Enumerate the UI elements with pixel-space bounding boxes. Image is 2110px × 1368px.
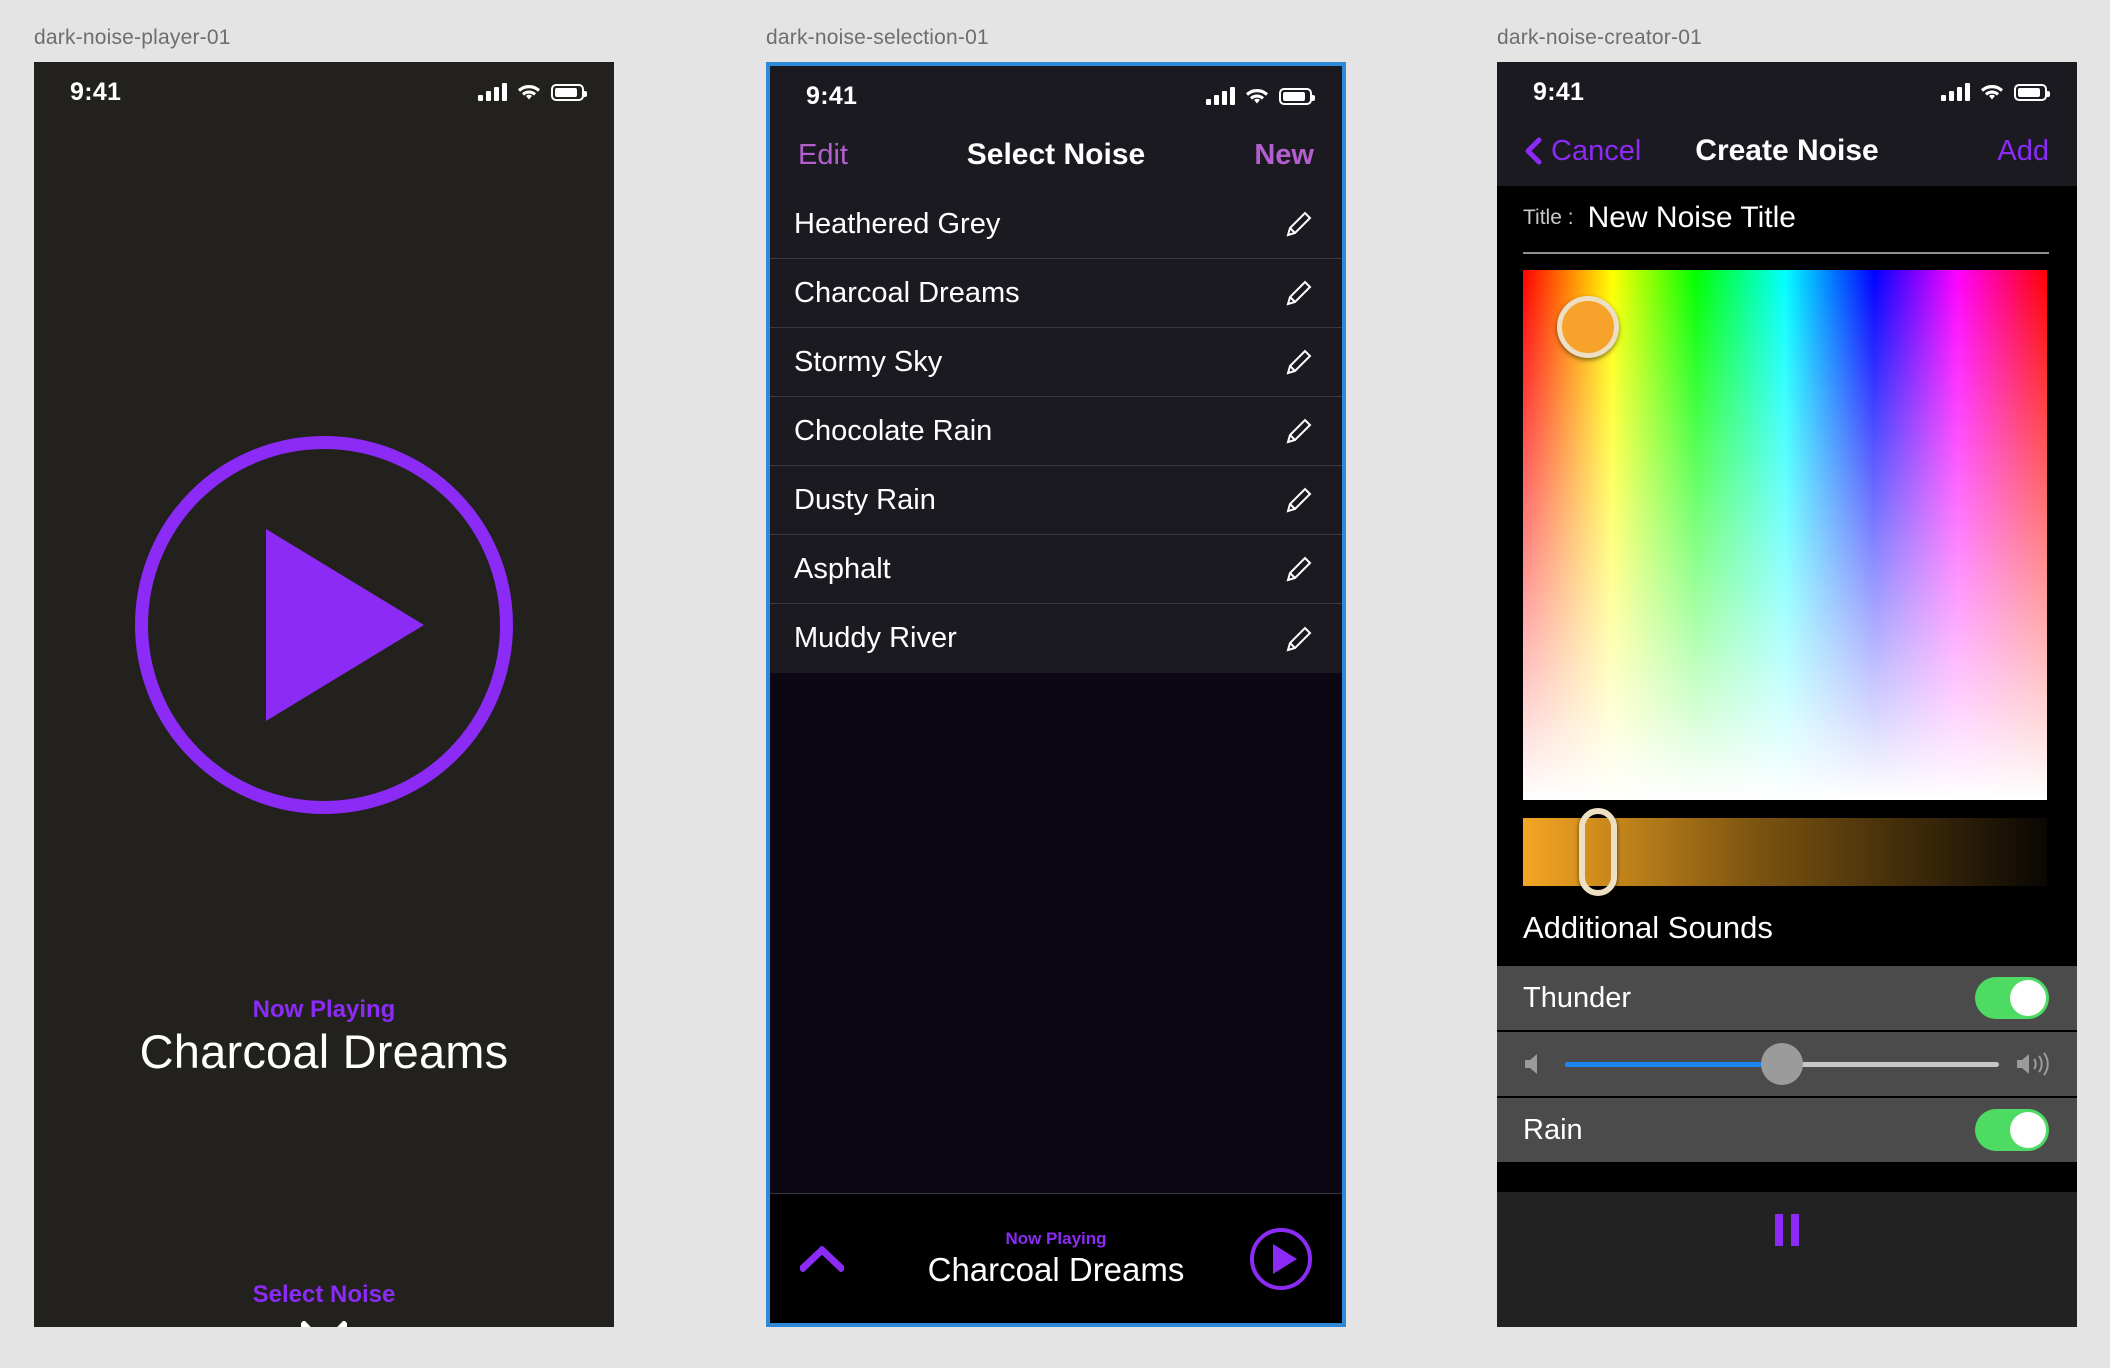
wifi-icon	[517, 83, 541, 101]
player-body: Now Playing Charcoal Dreams Select Noise	[34, 116, 614, 1327]
play-icon	[1272, 1243, 1297, 1274]
title-field-row[interactable]: Title : New Noise Title	[1497, 186, 2077, 250]
status-icons	[1206, 87, 1315, 105]
speaker-low-icon	[1521, 1051, 1549, 1077]
pause-icon[interactable]	[1775, 1214, 1799, 1246]
track-title: Charcoal Dreams	[139, 1025, 509, 1078]
battery-icon	[1279, 88, 1315, 105]
status-time: 9:41	[806, 81, 858, 110]
pencil-icon[interactable]	[1284, 278, 1314, 308]
noise-name: Asphalt	[794, 552, 891, 585]
noise-name: Chocolate Rain	[794, 414, 993, 447]
volume-thumb[interactable]	[1761, 1043, 1803, 1085]
noise-name: Muddy River	[794, 622, 957, 654]
list-item[interactable]: Dusty Rain	[770, 466, 1342, 535]
additional-sounds-header: Additional Sounds	[1497, 886, 2077, 966]
color-swatch-knob[interactable]	[1557, 296, 1619, 358]
selection-frame: dark-noise-selection-01 9:41 Edit Select…	[766, 26, 1346, 1327]
list-item[interactable]: Charcoal Dreams	[770, 259, 1342, 328]
noise-name: Charcoal Dreams	[794, 276, 1020, 309]
noise-name: Heathered Grey	[794, 207, 1001, 240]
list-item[interactable]: Chocolate Rain	[770, 397, 1342, 466]
volume-fill	[1565, 1061, 1782, 1067]
creator-frame: dark-noise-creator-01 9:41 Cancel Create…	[1497, 26, 2077, 1327]
list-item[interactable]: Asphalt	[770, 535, 1342, 604]
pencil-icon[interactable]	[1284, 485, 1314, 515]
play-circle-icon[interactable]	[1250, 1227, 1312, 1290]
list-item[interactable]: Heathered Grey	[770, 190, 1342, 259]
rain-toggle[interactable]	[1975, 1109, 2049, 1151]
player-screen: 9:41 Now Playing Charcoal Dreams Select …	[34, 62, 614, 1327]
sound-name: Rain	[1523, 1113, 1583, 1146]
thunder-toggle[interactable]	[1975, 977, 2049, 1019]
color-picker[interactable]	[1523, 270, 2047, 800]
title-underline	[1523, 252, 2049, 254]
status-icons	[478, 83, 587, 101]
player-caption: dark-noise-player-01	[34, 26, 231, 49]
creator-caption: dark-noise-creator-01	[1497, 26, 1702, 49]
chevron-up-icon[interactable]	[798, 1244, 846, 1273]
selection-nav-bar: Edit Select Noise New	[770, 120, 1342, 190]
new-button[interactable]: New	[1254, 139, 1314, 172]
status-bar: 9:41	[34, 62, 614, 116]
play-icon	[266, 529, 424, 721]
list-empty-area	[770, 673, 1342, 1193]
play-button[interactable]	[135, 436, 513, 814]
chevron-down-icon[interactable]	[299, 1320, 349, 1327]
creator-nav-bar: Cancel Create Noise Add	[1497, 116, 2077, 186]
title-label: Title :	[1523, 206, 1574, 229]
pencil-icon[interactable]	[1284, 416, 1314, 446]
creator-screen: 9:41 Cancel Create Noise Add Title: New…	[1497, 62, 2077, 1327]
noise-list: Heathered Grey Charcoal Dreams Stormy Sk…	[770, 190, 1342, 673]
sound-name: Thunder	[1523, 981, 1632, 1014]
mini-player-bar[interactable]: Now Playing Charcoal Dreams	[770, 1193, 1342, 1323]
brightness-slider[interactable]	[1523, 808, 2047, 896]
pencil-icon[interactable]	[1284, 347, 1314, 377]
wifi-icon	[1245, 87, 1269, 105]
chevron-left-icon	[1525, 137, 1543, 165]
player-frame: dark-noise-player-01 9:41 Now Playing Ch…	[34, 26, 614, 1327]
sound-row-rain[interactable]: Rain	[1497, 1098, 2077, 1164]
battery-icon	[2014, 84, 2050, 101]
thunder-volume-row[interactable]	[1497, 1032, 2077, 1098]
status-bar: 9:41	[770, 66, 1342, 120]
cancel-label: Cancel	[1551, 134, 1642, 167]
list-item[interactable]: Muddy River	[770, 604, 1342, 673]
brightness-knob[interactable]	[1579, 808, 1617, 896]
mini-player-overlay[interactable]	[1497, 1192, 2077, 1327]
signal-icon	[1206, 87, 1235, 105]
status-time: 9:41	[70, 77, 122, 106]
speaker-high-icon	[2015, 1051, 2053, 1077]
signal-icon	[478, 83, 507, 101]
edit-button[interactable]: Edit	[798, 139, 848, 172]
title-input[interactable]: New Noise Title	[1588, 201, 1796, 235]
add-button[interactable]: Add	[1997, 135, 2049, 168]
status-icons	[1941, 83, 2050, 101]
list-item[interactable]: Stormy Sky	[770, 328, 1342, 397]
sound-row-thunder[interactable]: Thunder	[1497, 966, 2077, 1032]
volume-slider[interactable]	[1565, 1043, 1999, 1085]
signal-icon	[1941, 83, 1970, 101]
wifi-icon	[1980, 83, 2004, 101]
selection-screen: 9:41 Edit Select Noise New Heathered Gre…	[766, 62, 1346, 1327]
pencil-icon[interactable]	[1284, 624, 1314, 654]
status-bar: 9:41	[1497, 62, 2077, 116]
selection-caption: dark-noise-selection-01	[766, 26, 989, 49]
noise-name: Stormy Sky	[794, 345, 943, 378]
select-noise-button[interactable]: Select Noise	[34, 1281, 614, 1309]
cancel-button[interactable]: Cancel	[1525, 135, 1641, 168]
pencil-icon[interactable]	[1284, 209, 1314, 239]
status-time: 9:41	[1533, 77, 1585, 106]
screenshot-board: dark-noise-player-01 9:41 Now Playing Ch…	[0, 0, 2110, 1368]
now-playing-label: Now Playing	[252, 996, 396, 1023]
noise-name: Dusty Rain	[794, 483, 936, 516]
pencil-icon[interactable]	[1284, 554, 1314, 584]
battery-icon	[551, 84, 587, 101]
